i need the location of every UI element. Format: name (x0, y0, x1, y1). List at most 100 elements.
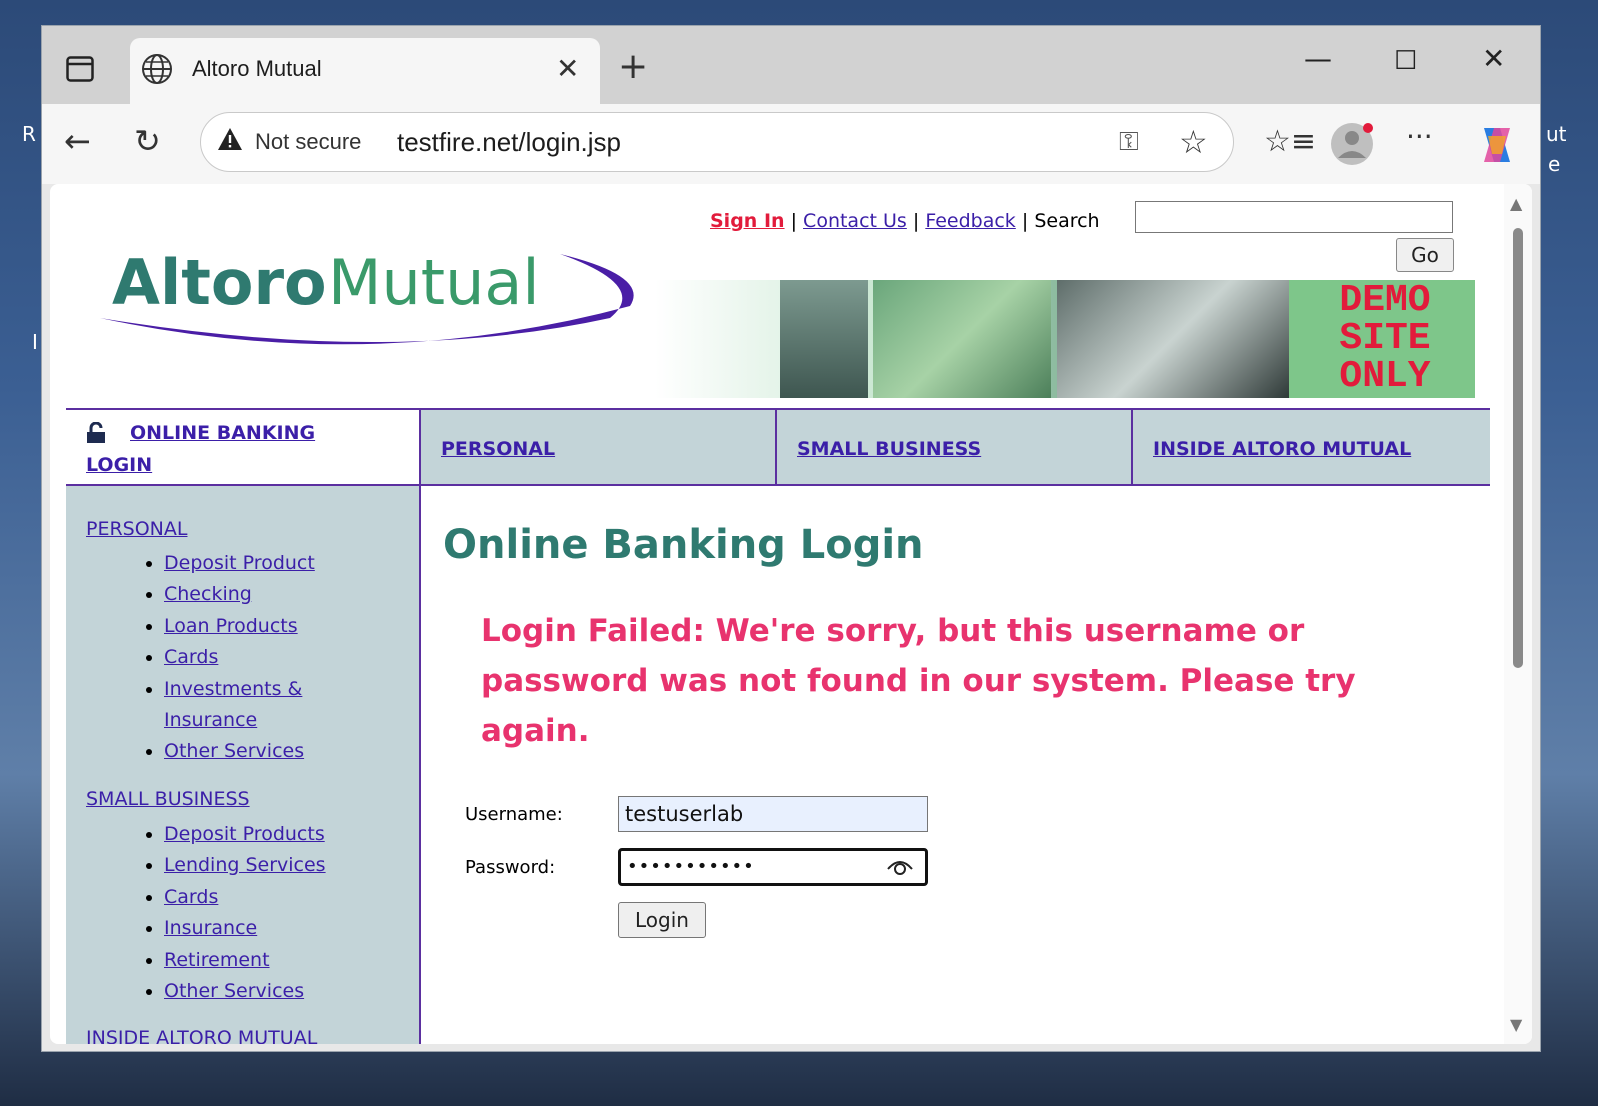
list-item: Other Services (164, 976, 326, 1007)
copilot-icon[interactable] (1474, 122, 1520, 168)
contact-us-link[interactable]: Contact Us (803, 210, 907, 232)
scroll-down-icon[interactable]: ▼ (1510, 1015, 1522, 1034)
nav-personal: PERSONAL (421, 410, 777, 484)
warning-icon[interactable] (217, 126, 243, 152)
go-button[interactable]: Go (1396, 238, 1454, 272)
browser-window: Altoro Mutual ✕ + — ☐ ✕ ← ↻ Not secure t… (41, 25, 1541, 1052)
search-input[interactable] (1135, 201, 1453, 233)
altoro-page: Sign In | Contact Us | Feedback | Search… (50, 184, 1504, 1044)
separator: | (912, 210, 920, 232)
list-item: Lending Services (164, 850, 326, 881)
sidebar-item-link[interactable]: Loan Products (164, 615, 298, 637)
sidebar-item-link[interactable]: Insurance (164, 709, 257, 731)
sidebar-item-link[interactable]: Insurance (164, 917, 257, 939)
list-item: Deposit Products (164, 819, 326, 850)
list-item: Checking (164, 579, 315, 610)
desktop-text: ut (1546, 122, 1567, 146)
password-label: Password: (465, 857, 556, 878)
login-button[interactable]: Login (618, 902, 706, 938)
sidebar-item-link[interactable]: Other Services (164, 740, 304, 762)
sidebar-item-link[interactable]: Cards (164, 886, 218, 908)
sidebar-item-link[interactable]: Checking (164, 583, 252, 605)
lock-icon (87, 422, 105, 443)
password-mask: ••••••••••• (627, 856, 755, 877)
sign-in-link[interactable]: Sign In (710, 210, 785, 232)
separator: | (1021, 210, 1029, 232)
svg-text:Mutual: Mutual (328, 246, 540, 319)
desktop-text: e (1548, 152, 1561, 176)
banner-photo-keyboard (873, 280, 1051, 398)
more-menu-icon[interactable]: ··· (1406, 120, 1433, 153)
sidebar: PERSONAL Deposit Product Checking Loan P… (66, 486, 421, 1044)
feedback-link[interactable]: Feedback (925, 210, 1015, 232)
browser-toolbar: ← ↻ Not secure testfire.net/login.jsp ⚿ … (42, 104, 1540, 184)
personal-list: Deposit Product Checking Loan Products C… (144, 548, 315, 768)
list-item: Insurance (164, 913, 326, 944)
sidebar-item-link[interactable]: Cards (164, 646, 218, 668)
sidebar-item-link[interactable]: Other Services (164, 980, 304, 1002)
sidebar-personal-link[interactable]: PERSONAL (86, 518, 187, 540)
banner-photo-meeting (1057, 280, 1289, 398)
globe-icon (142, 54, 172, 84)
close-window-icon[interactable]: ✕ (1482, 42, 1505, 75)
inside-altoro-tab[interactable]: INSIDE ALTORO MUTUAL (1153, 438, 1411, 460)
nav-online-banking: ONLINE BANKING LOGIN (66, 410, 421, 484)
nav-inside-altoro: INSIDE ALTORO MUTUAL (1133, 410, 1490, 484)
header-banner: DEMO SITE ONLY (655, 280, 1475, 398)
password-input[interactable]: ••••••••••• (618, 848, 928, 886)
sidebar-item-link[interactable]: Retirement (164, 949, 270, 971)
desktop-text: I (32, 330, 38, 354)
refresh-icon[interactable]: ↻ (134, 122, 161, 160)
online-banking-login-link[interactable]: ONLINE BANKING (130, 422, 315, 444)
page-title: Online Banking Login (443, 522, 924, 568)
demo-site-text: DEMO SITE ONLY (1339, 279, 1431, 398)
sidebar-item-link[interactable]: Lending Services (164, 854, 326, 876)
search-label: Search (1034, 210, 1100, 232)
page-viewport: Sign In | Contact Us | Feedback | Search… (50, 184, 1532, 1044)
tab-title: Altoro Mutual (192, 56, 322, 81)
business-list: Deposit Products Lending Services Cards … (144, 819, 326, 1007)
username-input[interactable]: testuserlab (618, 796, 928, 832)
new-tab-icon[interactable]: + (618, 46, 648, 87)
login-error-message: Login Failed: We're sorry, but this user… (481, 613, 1356, 749)
personal-tab[interactable]: PERSONAL (441, 438, 555, 460)
address-bar[interactable]: Not secure testfire.net/login.jsp ⚿ ☆ (200, 112, 1234, 172)
maximize-icon[interactable]: ☐ (1394, 46, 1417, 76)
small-business-tab[interactable]: SMALL BUSINESS (797, 438, 981, 460)
profile-avatar-icon[interactable] (1330, 122, 1374, 166)
key-icon[interactable]: ⚿ (1119, 127, 1139, 158)
url-text[interactable]: testfire.net/login.jsp (397, 127, 621, 158)
browser-tab[interactable]: Altoro Mutual ✕ (130, 38, 600, 104)
sidebar-item-link[interactable]: Investments & (164, 678, 302, 700)
tab-bar: Altoro Mutual ✕ + — ☐ ✕ (42, 26, 1540, 104)
top-links: Sign In | Contact Us | Feedback | Search (710, 210, 1100, 232)
login-content: Online Banking Login Login Failed: We're… (423, 486, 1503, 1044)
security-label[interactable]: Not secure (255, 129, 361, 155)
sidebar-inside-altoro-link[interactable]: INSIDE ALTORO MUTUAL (86, 1027, 317, 1044)
sidebar-small-business-link[interactable]: SMALL BUSINESS (86, 788, 250, 810)
desktop-text: R (22, 122, 36, 146)
list-item: Investments & Insurance (164, 674, 315, 737)
tab-actions-icon[interactable] (66, 56, 94, 82)
scroll-thumb[interactable] (1513, 228, 1523, 668)
scroll-up-icon[interactable]: ▲ (1510, 194, 1522, 213)
online-banking-login-link-2[interactable]: LOGIN (86, 454, 152, 476)
sidebar-item-link[interactable]: Deposit Products (164, 823, 325, 845)
list-item: Cards (164, 882, 326, 913)
username-label: Username: (465, 804, 563, 825)
favorites-icon[interactable]: ☆≡ (1264, 124, 1316, 159)
back-icon[interactable]: ← (64, 122, 91, 160)
reveal-password-icon[interactable] (887, 857, 913, 877)
list-item: Loan Products (164, 611, 315, 642)
close-tab-icon[interactable]: ✕ (556, 52, 579, 85)
svg-text:Altoro: Altoro (112, 246, 327, 319)
nav-small-business: SMALL BUSINESS (777, 410, 1133, 484)
list-item: Retirement (164, 945, 326, 976)
minimize-icon[interactable]: — (1304, 42, 1332, 75)
sidebar-item-link[interactable]: Deposit Product (164, 552, 315, 574)
altoro-mutual-logo[interactable]: Altoro Mutual (90, 246, 650, 366)
favorite-star-icon[interactable]: ☆ (1179, 123, 1208, 161)
banner-photo-woman (780, 280, 868, 398)
main-nav: ONLINE BANKING LOGIN PERSONAL SMALL BUSI… (66, 408, 1490, 486)
page-scrollbar[interactable]: ▲ ▼ (1504, 184, 1532, 1044)
